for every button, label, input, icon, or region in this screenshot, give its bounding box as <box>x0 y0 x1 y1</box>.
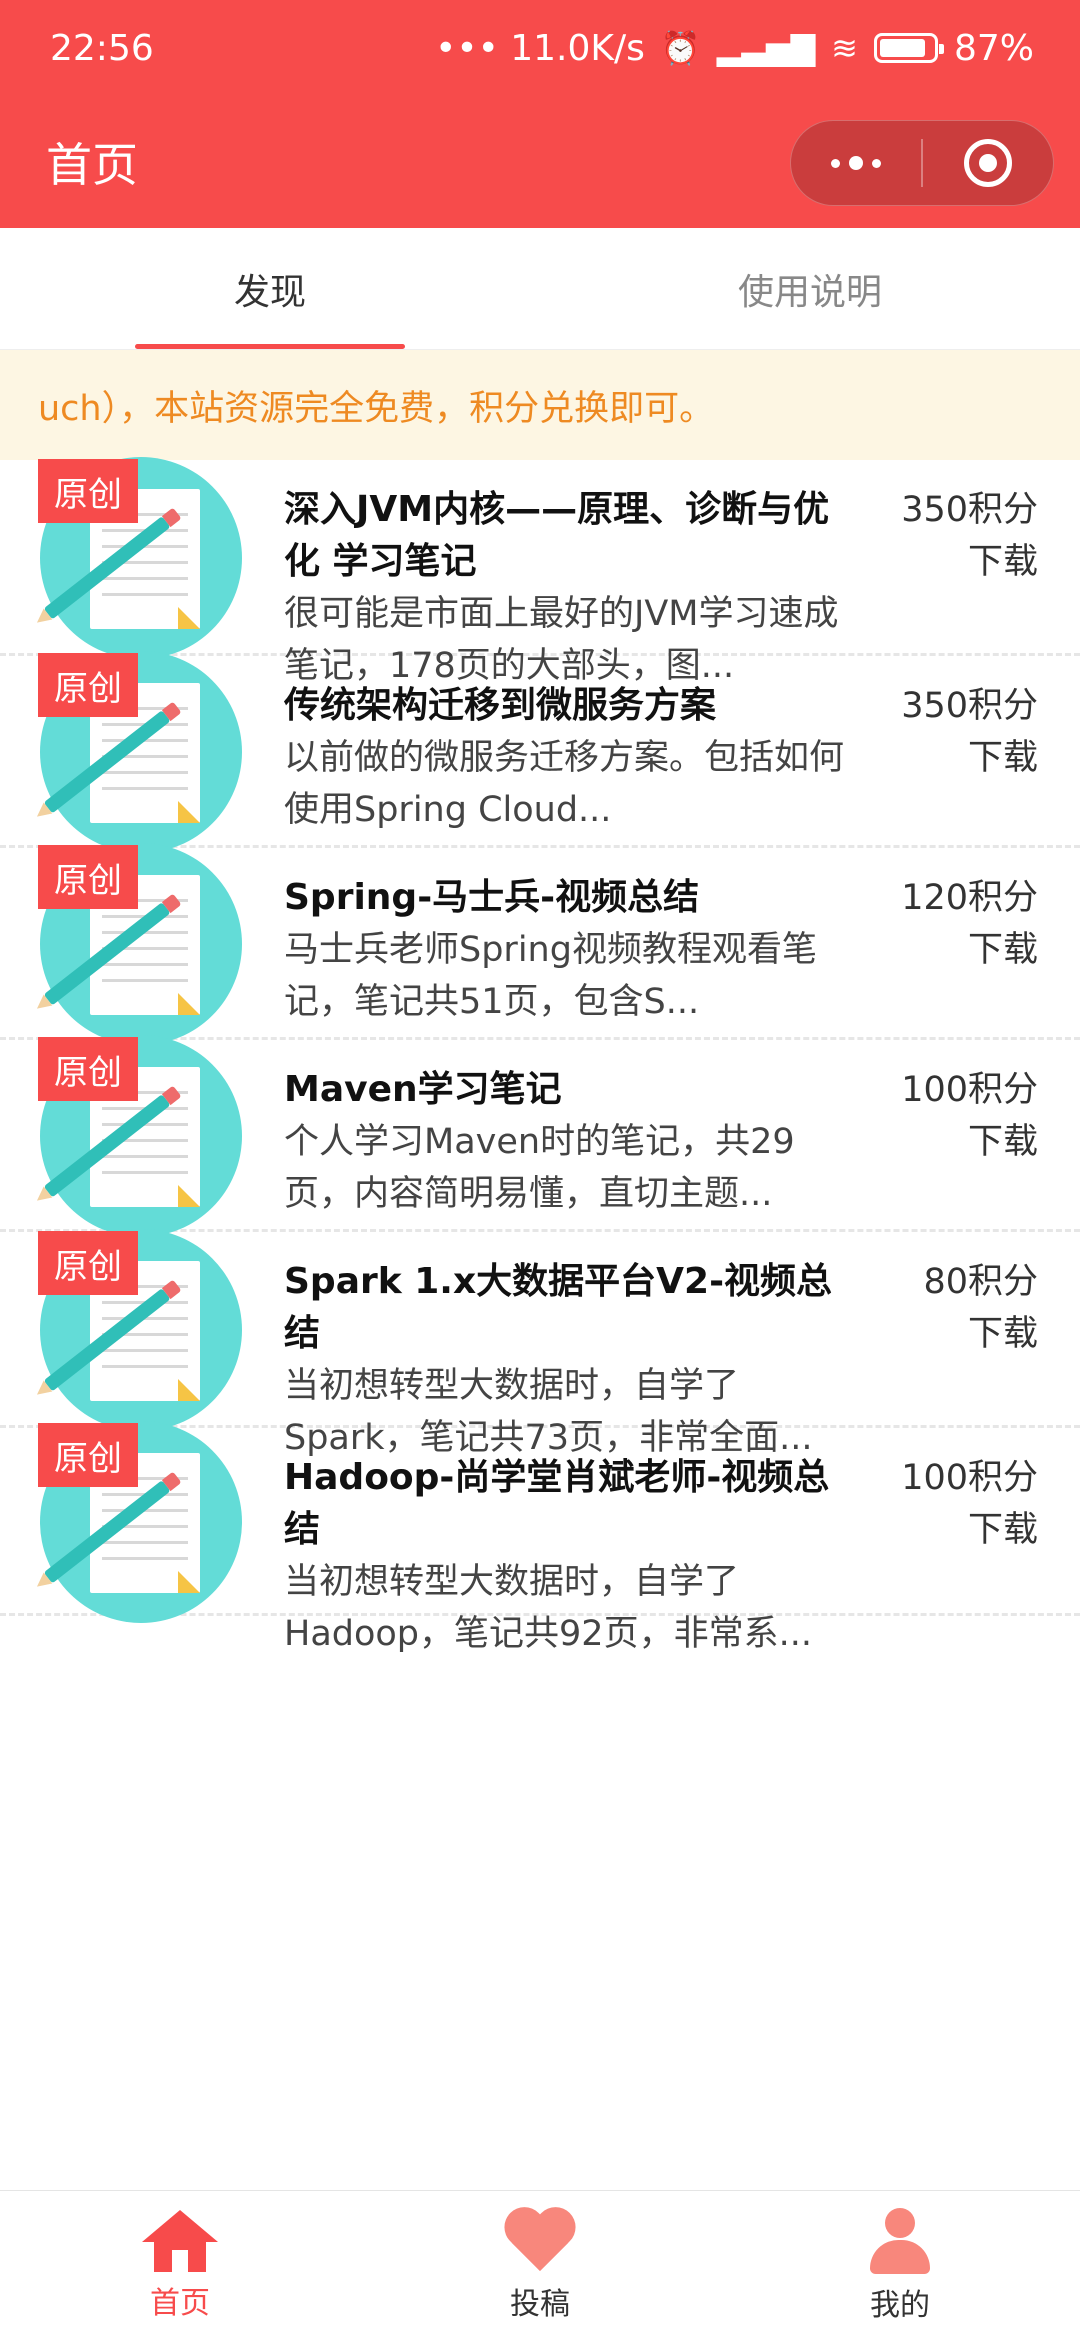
item-price: 350积分 下载 <box>901 680 1038 784</box>
tabbar-label-home: 首页 <box>150 2285 210 2321</box>
close-miniprogram-button[interactable] <box>923 121 1053 205</box>
download-link[interactable]: 下载 <box>901 1504 1038 1556</box>
tabbar-label-profile: 我的 <box>870 2287 930 2323</box>
nav-bar: 首页 <box>0 96 1080 228</box>
item-points: 120积分 <box>901 878 1038 918</box>
download-link[interactable]: 下载 <box>901 1116 1038 1168</box>
item-points: 350积分 <box>901 490 1038 530</box>
original-badge: 原创 <box>38 1423 138 1487</box>
item-title: 深入JVM内核——原理、诊断与优化 学习笔记 <box>284 489 830 582</box>
original-badge: 原创 <box>38 1037 138 1101</box>
tabbar-item-home[interactable]: 首页 <box>0 2191 360 2340</box>
network-speed: ••• 11.0K/s <box>435 27 645 69</box>
list-item[interactable]: 原创 Spring-马士兵-视频总结 马士兵老师Spring视频教程观看笔记，笔… <box>0 843 1080 1045</box>
item-title: Spark 1.x大数据平台V2-视频总结 <box>284 1261 833 1354</box>
item-points: 350积分 <box>901 686 1038 726</box>
original-badge: 原创 <box>38 459 138 523</box>
document-thumbnail: 原创 <box>38 1229 242 1431</box>
item-info: Spring-马士兵-视频总结 马士兵老师Spring视频教程观看笔记，笔记共5… <box>284 872 844 1028</box>
item-points: 80积分 <box>923 1262 1038 1302</box>
original-badge: 原创 <box>38 1231 138 1295</box>
home-icon <box>142 2209 218 2272</box>
original-badge: 原创 <box>38 845 138 909</box>
more-button[interactable] <box>791 121 921 205</box>
list-item[interactable]: 原创 传统架构迁移到微服务方案 以前做的微服务迁移方案。包括如何使用Spring… <box>0 651 1080 853</box>
alarm-icon: ⏰ <box>660 29 701 67</box>
item-title: Spring-马士兵-视频总结 <box>284 877 700 918</box>
resource-list: 原创 深入JVM内核——原理、诊断与优化 学习笔记 很可能是市面上最好的JVM学… <box>0 457 1080 1654</box>
document-thumbnail: 原创 <box>38 457 242 659</box>
battery-percent: 87% <box>953 27 1034 69</box>
page-title: 首页 <box>46 138 138 192</box>
list-item[interactable]: 原创 Hadoop-尚学堂肖斌老师-视频总结 当初想转型大数据时，自学了Hado… <box>0 1421 1080 1654</box>
item-price: 100积分 下载 <box>901 1064 1038 1168</box>
item-info: Maven学习笔记 个人学习Maven时的笔记，共29页，内容简明易懂，直切主题… <box>284 1064 844 1220</box>
download-link[interactable]: 下载 <box>901 536 1038 588</box>
item-description: 个人学习Maven时的笔记，共29页，内容简明易懂，直切主题... <box>284 1122 795 1214</box>
battery-icon <box>873 33 944 63</box>
notice-bar: uch），本站资源完全免费，积分兑换即可。 <box>0 350 1080 460</box>
wifi-icon: ≋ <box>831 29 858 67</box>
item-price: 120积分 下载 <box>901 872 1038 976</box>
item-title: Maven学习笔记 <box>284 1069 562 1110</box>
list-item[interactable]: 原创 Maven学习笔记 个人学习Maven时的笔记，共29页，内容简明易懂，直… <box>0 1035 1080 1237</box>
miniprogram-capsule <box>790 120 1054 206</box>
status-bar: 22:56 ••• 11.0K/s ⏰ ▂▃▅▇ ≋ 87% <box>0 0 1080 96</box>
original-badge: 原创 <box>38 653 138 717</box>
status-time: 22:56 <box>50 27 154 69</box>
user-icon <box>868 2207 932 2274</box>
item-price: 100积分 下载 <box>901 1452 1038 1556</box>
item-info: 传统架构迁移到微服务方案 以前做的微服务迁移方案。包括如何使用Spring Cl… <box>284 680 844 836</box>
tabbar-label-submit: 投稿 <box>510 2286 570 2322</box>
tabbar-item-submit[interactable]: 投稿 <box>360 2191 720 2340</box>
item-title: Hadoop-尚学堂肖斌老师-视频总结 <box>284 1457 830 1550</box>
tabbar-item-profile[interactable]: 我的 <box>720 2191 1080 2340</box>
document-thumbnail: 原创 <box>38 1035 242 1237</box>
item-title: 传统架构迁移到微服务方案 <box>284 685 717 726</box>
top-tabs: 发现 使用说明 <box>0 228 1080 350</box>
document-thumbnail: 原创 <box>38 651 242 853</box>
item-info: Hadoop-尚学堂肖斌老师-视频总结 当初想转型大数据时，自学了Hadoop，… <box>284 1452 844 1660</box>
document-thumbnail: 原创 <box>38 843 242 1045</box>
item-description: 马士兵老师Spring视频教程观看笔记，笔记共51页，包含S... <box>284 930 817 1022</box>
download-link[interactable]: 下载 <box>901 924 1038 976</box>
target-icon <box>964 139 1012 187</box>
item-points: 100积分 <box>901 1070 1038 1110</box>
bottom-tab-bar: 首页 投稿 我的 <box>0 2190 1080 2340</box>
document-thumbnail: 原创 <box>38 1421 242 1623</box>
more-icon <box>831 156 881 170</box>
heart-icon <box>502 2209 578 2273</box>
item-price: 350积分 下载 <box>901 484 1038 588</box>
item-price: 80积分 下载 <box>923 1256 1038 1360</box>
download-link[interactable]: 下载 <box>923 1308 1038 1360</box>
item-description: 当初想转型大数据时，自学了Hadoop，笔记共92页，非常系... <box>284 1562 812 1654</box>
item-description: 以前做的微服务迁移方案。包括如何使用Spring Cloud... <box>284 738 845 830</box>
item-points: 100积分 <box>901 1458 1038 1498</box>
tab-instructions[interactable]: 使用说明 <box>540 228 1080 349</box>
download-link[interactable]: 下载 <box>901 732 1038 784</box>
list-item[interactable]: 原创 深入JVM内核——原理、诊断与优化 学习笔记 很可能是市面上最好的JVM学… <box>0 457 1080 686</box>
tab-discover[interactable]: 发现 <box>0 228 540 349</box>
signal-icon: ▂▃▅▇ <box>716 29 816 67</box>
status-icons: ••• 11.0K/s ⏰ ▂▃▅▇ ≋ 87% <box>435 28 1034 69</box>
list-item[interactable]: 原创 Spark 1.x大数据平台V2-视频总结 当初想转型大数据时，自学了Sp… <box>0 1229 1080 1458</box>
